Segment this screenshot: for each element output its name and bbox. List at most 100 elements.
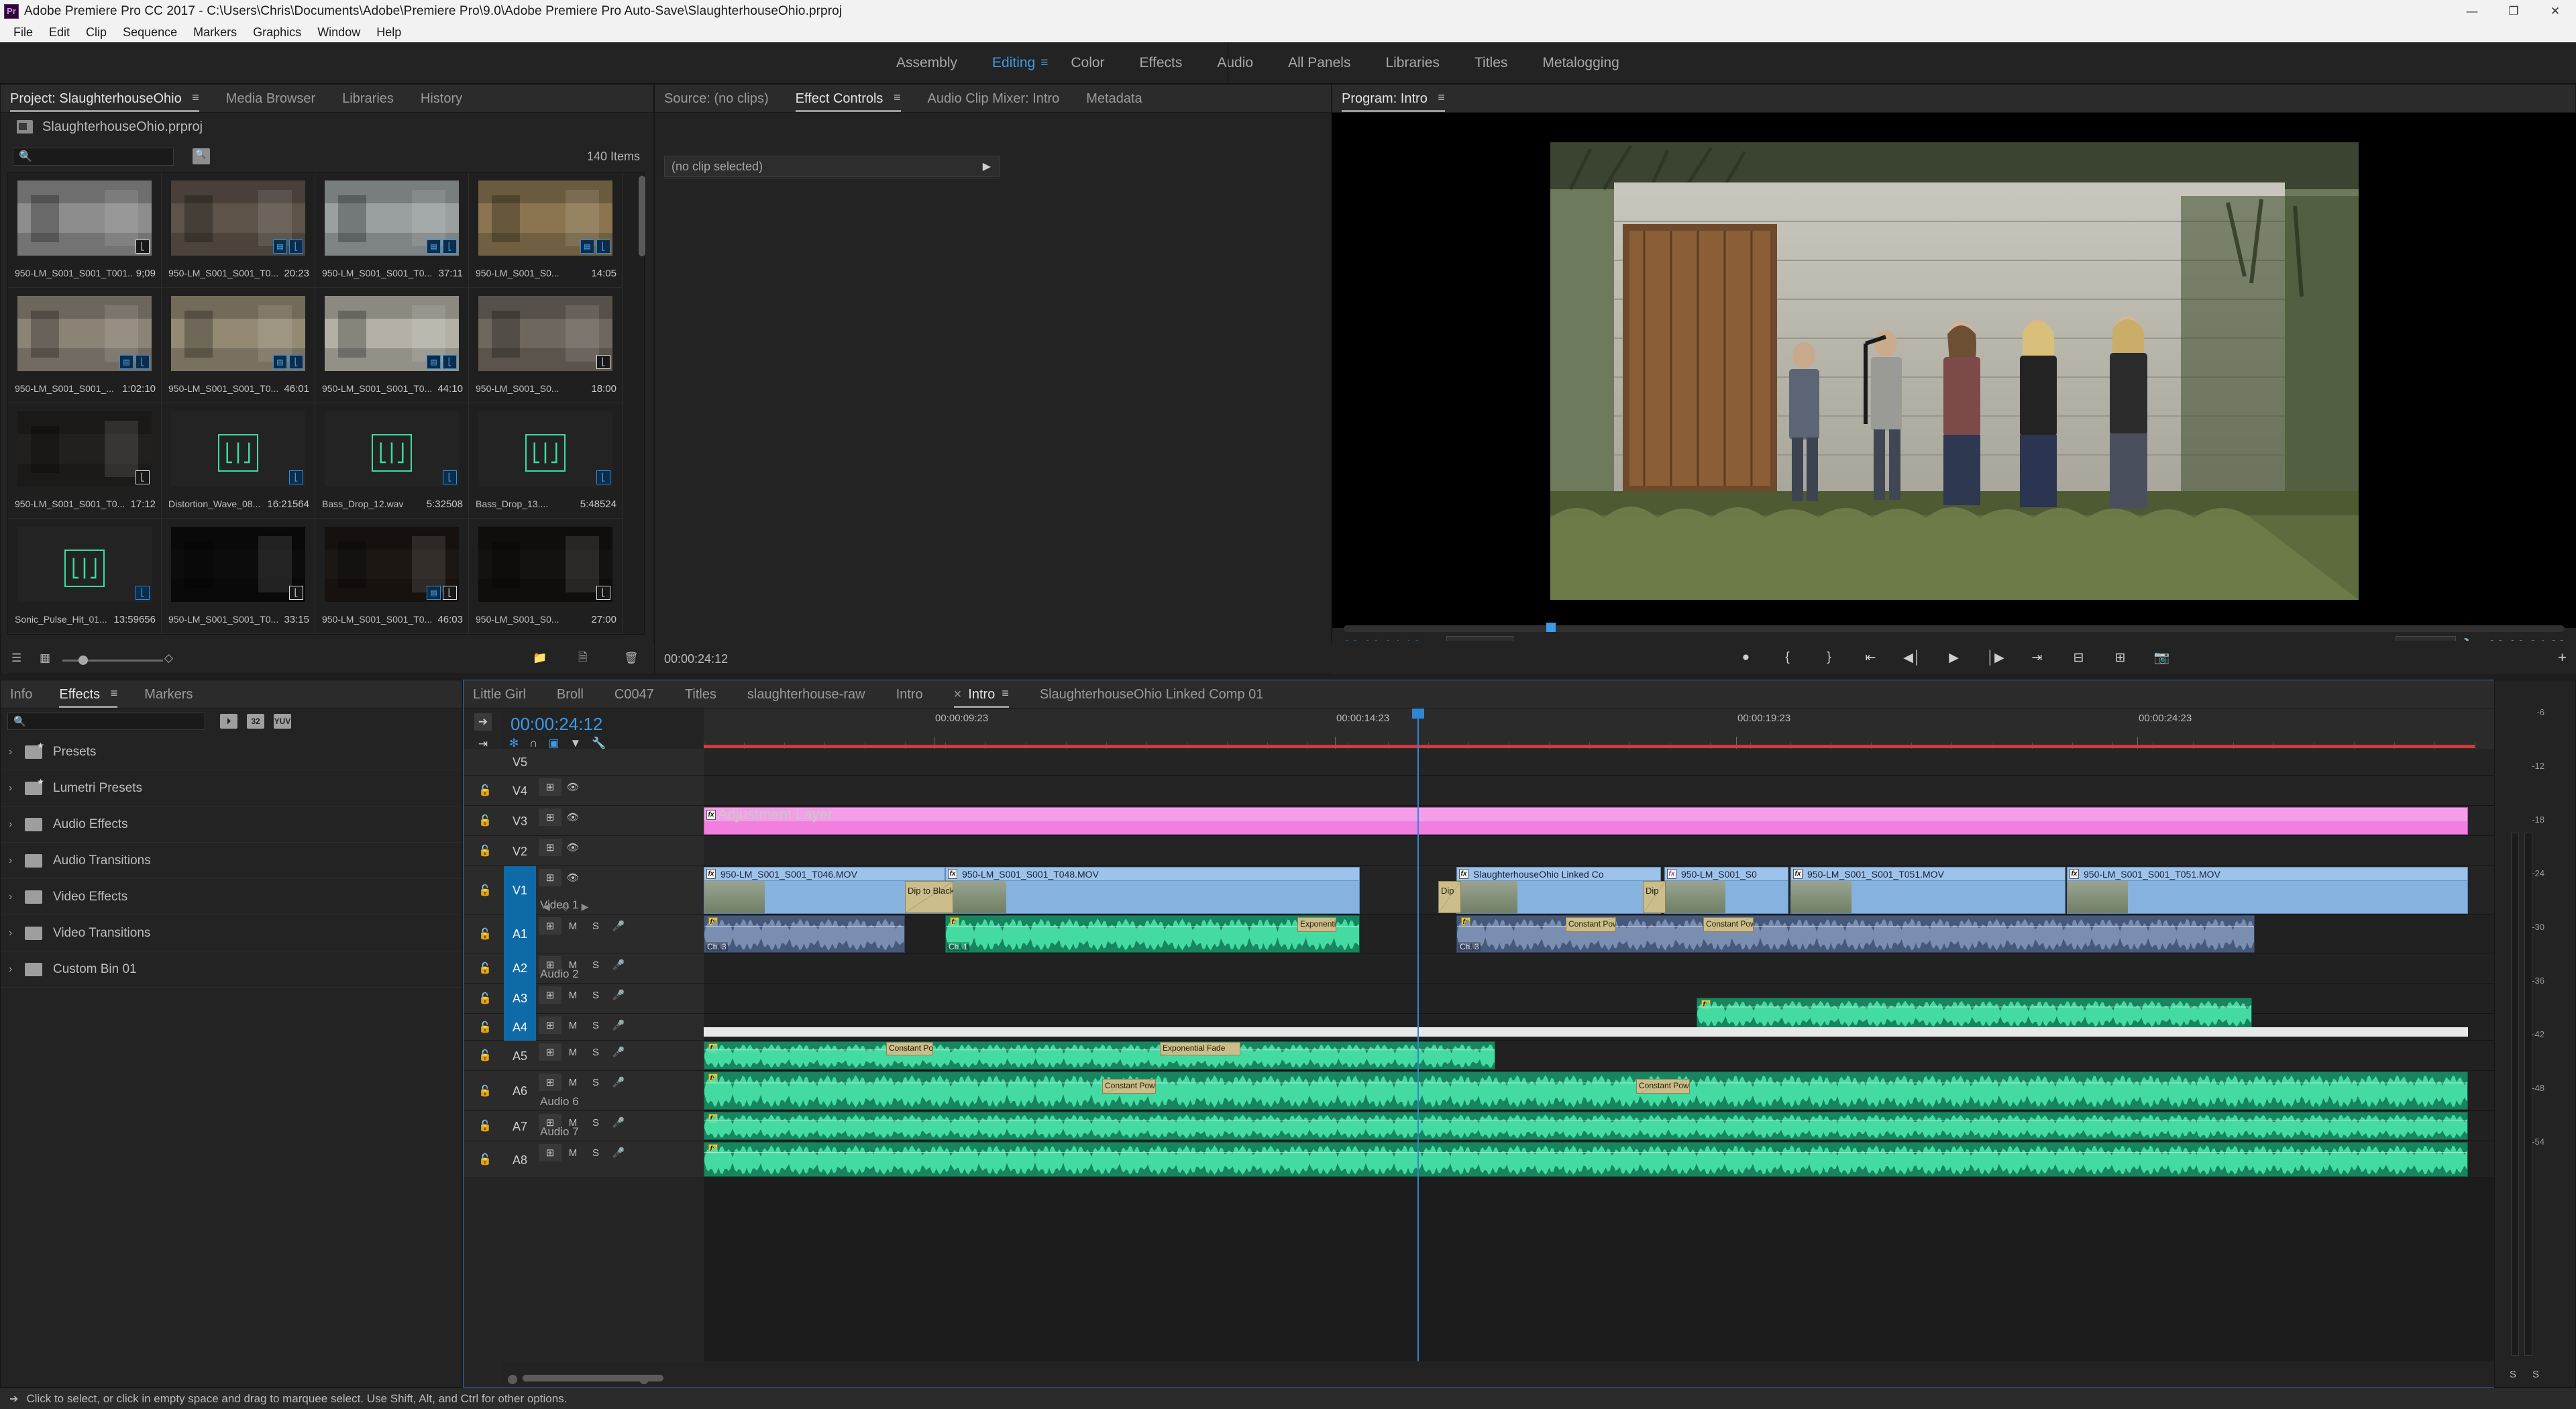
chevron-right-icon[interactable]: › [9,891,25,903]
track-eye-icon[interactable]: 👁 [561,778,584,796]
timeline-tab-broll[interactable]: Broll [557,687,584,708]
project-search-input[interactable]: 🔍 [13,147,174,166]
timeline-clip-audio[interactable]: fx [1697,998,2252,1029]
step-forward-icon[interactable]: │▶ [1984,647,2007,668]
program-zoom-bar[interactable] [1332,623,2576,636]
track-sync-lock-icon[interactable]: ⊞ [539,839,561,856]
project-item[interactable]: ▤ ⎣ 950-LM_S001_S001_... 1:02:10 [8,288,162,403]
track-sync-lock-icon[interactable]: ⊞ [539,1144,561,1161]
track-lock-icon[interactable]: 🔓 [478,1084,492,1098]
workspace-tab-effects[interactable]: Effects [1122,42,1200,84]
program-monitor-menu-icon[interactable]: ≡ [1438,91,1445,105]
snap-icon[interactable]: ✻ [509,737,519,750]
close-icon[interactable]: × [954,687,962,702]
project-item[interactable]: ⎣ ⎣⎮⎦ Bass_Drop_12.wav 5:32508 [315,403,469,519]
new-bin-icon[interactable]: 📁 [533,651,550,666]
chevron-right-icon[interactable]: › [9,927,25,939]
track-lock-icon[interactable]: 🔓 [478,884,492,897]
timeline-clip-audio[interactable]: fx [704,1041,1495,1069]
timeline-track-row-v5[interactable] [704,749,2575,776]
effects-tree-item[interactable]: › Custom Bin 01 [1,951,462,988]
track-lock-icon[interactable]: 🔓 [478,992,492,1005]
next-keyframe-icon[interactable]: ▶ [582,901,589,912]
effect-controls-clip-selector[interactable]: (no clip selected) ▶ [664,156,1000,177]
mark-out-icon[interactable]: } [1818,647,1841,668]
timeline-tab-slaughterhouse-raw[interactable]: slaughterhouse-raw [747,687,865,708]
tab-markers[interactable]: Markers [144,687,193,708]
project-item[interactable]: ⎣ 950-LM_S001_S001_T0... 17:12 [8,403,162,519]
tab-effect-controls[interactable]: Effect Controls ≡ [795,91,901,112]
timeline-horizontal-scrollbar[interactable] [502,1375,2468,1383]
chevron-right-icon[interactable]: › [9,855,25,867]
menu-item-markers[interactable]: Markers [185,24,245,41]
chevron-right-icon[interactable]: › [9,963,25,976]
track-lock-icon[interactable]: 🔓 [478,784,492,797]
track-lock-icon[interactable]: 🔓 [478,961,492,975]
audio-transition[interactable]: Constant Pow [1566,917,1616,932]
track-number-a7[interactable]: A7 [504,1118,536,1135]
track-header-v4[interactable]: 🔓 V4 ⊞ 👁 [464,776,704,806]
go-to-out-icon[interactable]: ⇥ [2026,647,2049,668]
menu-item-help[interactable]: Help [368,24,409,41]
track-number-a8[interactable]: A8 [504,1151,536,1169]
icon-view-icon[interactable]: ▦ [40,651,57,666]
video-transition[interactable]: Dip [1643,881,1666,913]
timeline-track-row-v2[interactable] [704,836,2575,866]
effects-search-input[interactable]: 🔍 [7,713,205,730]
effects-tree-item[interactable]: › Video Transitions [1,915,462,951]
tab-info[interactable]: Info [10,687,32,708]
timeline-settings-icon[interactable]: 🔧 [592,737,606,750]
timeline-tracks-area[interactable]: fx Adjustment Layer fx 950-LM_S001_S001_T04… [704,749,2575,1361]
audio-meter-solo-right[interactable]: S [2532,1369,2539,1380]
project-scrollbar[interactable] [639,176,645,256]
track-header-a7[interactable]: 🔓 A7 ⊞ M S 🎤 Audio 7 [464,1111,704,1141]
track-solo-button[interactable]: S [584,986,607,1004]
delete-icon[interactable]: 🗑 [624,651,641,666]
track-sync-lock-icon[interactable]: ⊞ [539,1043,561,1061]
timeline-panel-menu-icon[interactable]: ≡ [1002,686,1009,700]
menu-item-file[interactable]: File [5,24,41,41]
menu-item-sequence[interactable]: Sequence [115,24,185,41]
track-voiceover-icon[interactable]: 🎤 [607,1016,630,1034]
track-header-v1[interactable]: 🔓 V1 ⊞ 👁 Video 1 ◀ ◇ ▶ [464,866,704,915]
timeline-clip-audio[interactable]: fx [704,1112,2468,1140]
effects-tree-item[interactable]: › Audio Effects [1,806,462,843]
track-voiceover-icon[interactable]: 🎤 [607,1144,630,1161]
track-solo-button[interactable]: S [584,1016,607,1034]
effects-tree-item[interactable]: › Video Effects [1,879,462,915]
add-keyframe-icon[interactable]: ◇ [562,901,570,912]
audio-transition[interactable]: Constant Pow [1636,1079,1690,1094]
project-item[interactable]: ⎣ 950-LM_S001_S0... 18:00 [469,288,623,403]
button-editor-icon[interactable]: + [2558,649,2567,666]
audio-transition[interactable]: Constant Pow [1703,917,1754,932]
video-transition[interactable]: Dip to Black [905,881,953,913]
track-sync-lock-icon[interactable]: ⊞ [539,986,561,1004]
timeline-ruler[interactable]: 00:00:09:23 00:00:14:23 00:00:19:23 00:00:2… [704,709,2576,749]
track-mute-button[interactable]: M [561,1016,584,1034]
tab-libraries[interactable]: Libraries [342,91,394,112]
export-frame-icon[interactable]: 📷 [2151,647,2174,668]
project-root-row[interactable]: SlaughterhouseOhio.prproj [1,113,655,141]
program-zoom-track[interactable] [1344,625,2565,632]
timeline-clip-video[interactable]: fx 950-LM_S001_S0 [1664,867,1788,914]
track-mute-button[interactable]: M [561,1043,584,1061]
maximize-button[interactable]: ❐ [2493,0,2534,22]
project-thumbnail-grid[interactable]: ⎣ 950-LM_S001_S001_T001... 9;09 ▤ ⎣ 950-LM_S0… [7,172,645,635]
track-number-a1[interactable]: A1 [504,915,536,953]
prev-keyframe-icon[interactable]: ◀ [543,901,550,912]
video-transition[interactable]: Dip [1438,881,1461,913]
timeline-tab-slaughterhouseohio-linked-comp-01[interactable]: SlaughterhouseOhio Linked Comp 01 [1040,687,1264,708]
timeline-tab-intro[interactable]: × Intro ≡ [953,686,1010,708]
project-item[interactable]: ▤ ⎣ 950-LM_S001_S001_T0... 46:01 [162,288,315,403]
workspace-tab-audio[interactable]: Audio [1199,42,1271,84]
timeline-track-row-v4[interactable] [704,776,2575,806]
track-number-a2[interactable]: A2 [504,953,536,984]
yuv-icon[interactable]: YUV [274,714,291,729]
track-voiceover-icon[interactable]: 🎤 [607,986,630,1004]
timeline-tab-intro[interactable]: Intro [896,687,923,708]
tab-project[interactable]: Project: SlaughterhouseOhio ≡ [10,91,199,112]
track-solo-button[interactable]: S [584,917,607,935]
effects-tree-item[interactable]: › Audio Transitions [1,843,462,879]
project-item[interactable]: ⎣ ⎣⎮⎦ Sonic_Pulse_Hit_01... 13:59656 [8,519,162,634]
audio-meter-solo-left[interactable]: S [2510,1369,2516,1380]
